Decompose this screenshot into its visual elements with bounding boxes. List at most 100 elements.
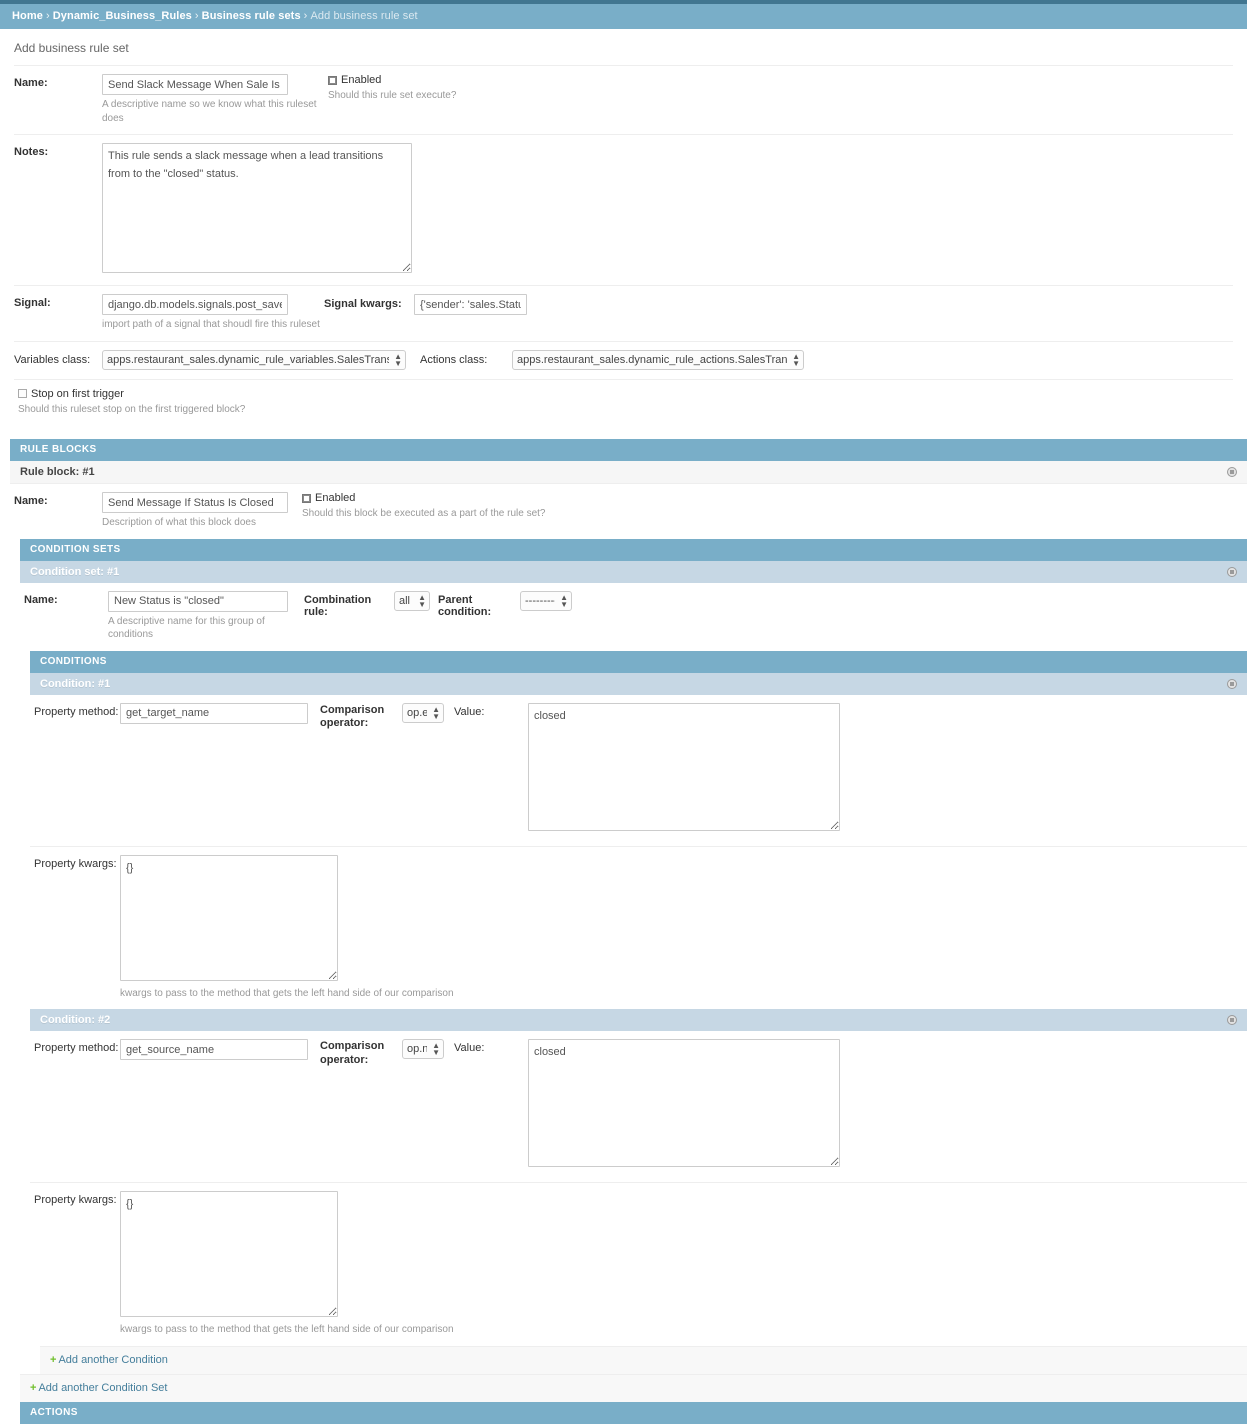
stop-on-first-trigger-label: Stop on first trigger: [31, 387, 124, 400]
actions-class-label: Actions class:: [420, 353, 488, 366]
actions-class-select-wrap: apps.restaurant_sales.dynamic_rule_actio…: [512, 349, 804, 370]
condition-1-property-kwargs-label: Property kwargs:: [34, 857, 117, 870]
condition-2-property-kwargs-textarea[interactable]: {}: [120, 1191, 338, 1317]
condition-sets-section: CONDITION SETS Condition set: #1 Name: A…: [20, 538, 1247, 1424]
page-title: Add business rule set: [14, 41, 129, 55]
add-another-condition-set-label: Add another Condition Set: [38, 1381, 168, 1394]
stop-on-first-trigger-checkbox[interactable]: [18, 389, 27, 398]
rule-block-1-title: Rule block: #1: [20, 466, 95, 478]
ruleset-notes-row: Notes: This rule sends a slack message w…: [14, 134, 1233, 285]
breadcrumb-separator: ›: [303, 10, 308, 22]
condition-set-name-input[interactable]: [108, 590, 288, 612]
condition-2-property-kwargs-help: kwargs to pass to the method that gets t…: [120, 1324, 454, 1335]
add-another-condition-set-link[interactable]: + Add another Condition Set: [20, 1373, 1247, 1402]
condition-set-1-title: Condition set: #1: [30, 565, 120, 578]
condition-1-operator-select[interactable]: op.eq: [402, 702, 444, 723]
ruleset-name-label: Name:: [14, 77, 48, 89]
admin-page: Home › Dynamic_Business_Rules › Business rul…: [0, 0, 1247, 1424]
condition-1-property-kwargs-row: Property kwargs: {} kwargs to pass to th…: [30, 845, 1247, 1010]
condition-sets-header: CONDITION SETS: [20, 538, 1247, 561]
condition-2-value-textarea[interactable]: closed: [528, 1039, 840, 1167]
condition-2-title: Condition: #2: [40, 1014, 111, 1026]
stop-on-first-trigger-row: Stop on first trigger Should this rulese…: [14, 378, 1233, 426]
plus-icon: +: [30, 1381, 37, 1394]
condition-2-main-row: Property method: Comparison operator: op…: [30, 1031, 1247, 1170]
breadcrumb-item-home[interactable]: Home: [12, 10, 43, 22]
ruleset-signal-input[interactable]: [102, 294, 288, 315]
rule-block-1-header: Rule block: #1: [10, 461, 1247, 484]
breadcrumb-item-app[interactable]: Dynamic_Business_Rules: [53, 10, 192, 22]
condition-2-property-method-label: Property method:: [34, 1042, 119, 1054]
condition-set-1-header: Condition set: #1: [20, 560, 1247, 583]
add-another-condition-label: Add another Condition: [58, 1353, 168, 1366]
ruleset-name-row: Name: A descriptive name so we know what…: [14, 65, 1233, 134]
conditions-section: CONDITIONS Condition: #1 Property method…: [30, 650, 1247, 1374]
breadcrumb-item-model[interactable]: Business rule sets: [202, 10, 301, 22]
combination-rule-select[interactable]: all: [394, 590, 430, 611]
ruleset-signal-help: import path of a signal that shoudl fire…: [102, 319, 320, 330]
condition-2-value-label: Value:: [454, 1042, 485, 1054]
condition-1-property-kwargs-textarea[interactable]: {}: [120, 854, 338, 981]
condition-2-property-kwargs-row: Property kwargs: {} kwargs to pass to th…: [30, 1182, 1247, 1346]
variables-class-select[interactable]: apps.restaurant_sales.dynamic_rule_varia…: [102, 349, 406, 370]
ruleset-notes-label: Notes:: [14, 146, 49, 158]
plus-icon: +: [50, 1353, 57, 1366]
rule-block-name-input[interactable]: [102, 492, 288, 513]
delete-condition-set-icon[interactable]: [1227, 566, 1237, 577]
condition-set-name-row: Name: A descriptive name for this group …: [20, 583, 1247, 651]
condition-2-operator-select[interactable]: op.ne: [402, 1039, 444, 1059]
variables-class-select-wrap: apps.restaurant_sales.dynamic_rule_varia…: [102, 349, 406, 370]
condition-2-property-method-input[interactable]: [120, 1039, 308, 1060]
ruleset-signal-kwargs-label: Signal kwargs:: [324, 298, 402, 310]
actions-header: ACTIONS: [20, 1401, 1247, 1424]
rule-block-enabled-checkbox[interactable]: [302, 493, 311, 503]
ruleset-notes-textarea[interactable]: This rule sends a slack message when a l…: [102, 143, 412, 273]
rule-block-name-help: Description of what this block does: [102, 517, 256, 528]
condition-1-value-label: Value:: [454, 705, 485, 718]
ruleset-signal-kwargs-input[interactable]: [414, 294, 527, 315]
add-another-condition-link[interactable]: + Add another Condition: [40, 1345, 1247, 1374]
conditions-header: CONDITIONS: [30, 650, 1247, 673]
ruleset-classes-row: Variables class: apps.restaurant_sales.d…: [14, 340, 1233, 379]
ruleset-signal-label: Signal:: [14, 297, 51, 309]
parent-condition-select-wrap: --------- ▲ ▼: [520, 590, 572, 611]
ruleset-enabled-checkbox[interactable]: [328, 75, 337, 85]
ruleset-enabled-label: Enabled: [341, 74, 382, 86]
rule-block-name-label: Name:: [14, 495, 48, 507]
delete-condition-icon[interactable]: [1227, 1015, 1237, 1025]
condition-1-comparison-operator-label: Comparison operator:: [320, 703, 385, 730]
condition-1-property-method-label: Property method:: [34, 705, 119, 718]
actions-class-select[interactable]: apps.restaurant_sales.dynamic_rule_actio…: [512, 349, 804, 370]
condition-1-header: Condition: #1: [30, 672, 1247, 695]
breadcrumb-item-current: Add business rule set: [310, 10, 418, 22]
ruleset-fieldset: Name: A descriptive name so we know what…: [0, 65, 1247, 425]
variables-class-label: Variables class:: [14, 353, 91, 366]
breadcrumb: Home › Dynamic_Business_Rules › Business rul…: [0, 4, 1247, 29]
condition-1-property-method-input[interactable]: [120, 702, 308, 724]
condition-1-operator-select-wrap: op.eq ▲ ▼: [402, 702, 444, 723]
condition-1-main-row: Property method: Comparison operator: op…: [30, 695, 1247, 834]
delete-condition-icon[interactable]: [1227, 678, 1237, 689]
condition-set-name-label: Name:: [24, 593, 58, 606]
breadcrumb-separator: ›: [45, 10, 50, 22]
condition-2-property-kwargs-label: Property kwargs:: [34, 1194, 117, 1206]
ruleset-name-input[interactable]: [102, 74, 288, 95]
ruleset-enabled-help: Should this rule set execute?: [328, 90, 457, 101]
delete-rule-block-icon[interactable]: [1227, 467, 1237, 477]
condition-1-title: Condition: #1: [40, 677, 111, 690]
condition-set-name-help: A descriptive name for this group of con…: [108, 615, 265, 641]
ruleset-name-help: A descriptive name so we know what this …: [102, 99, 317, 124]
condition-1-value-textarea[interactable]: closed: [528, 702, 840, 831]
parent-condition-label: Parent condition:: [438, 593, 492, 618]
rule-blocks-header: RULE BLOCKS: [10, 439, 1247, 461]
parent-condition-select[interactable]: ---------: [520, 590, 572, 611]
rule-blocks-section: RULE BLOCKS Rule block: #1 Name: Descrip…: [10, 439, 1247, 1424]
condition-2-operator-select-wrap: op.ne ▲ ▼: [402, 1039, 444, 1059]
rule-block-enabled-label: Enabled: [315, 492, 356, 504]
condition-1-property-kwargs-help: kwargs to pass to the method that gets t…: [120, 987, 454, 999]
rule-block-name-row: Name: Description of what this block doe…: [10, 484, 1247, 539]
condition-2-comparison-operator-label: Comparison operator:: [320, 1040, 385, 1066]
stop-on-first-trigger-help: Should this ruleset stop on the first tr…: [18, 403, 246, 415]
combination-rule-select-wrap: all ▲ ▼: [394, 590, 430, 611]
breadcrumb-separator: ›: [194, 10, 199, 22]
